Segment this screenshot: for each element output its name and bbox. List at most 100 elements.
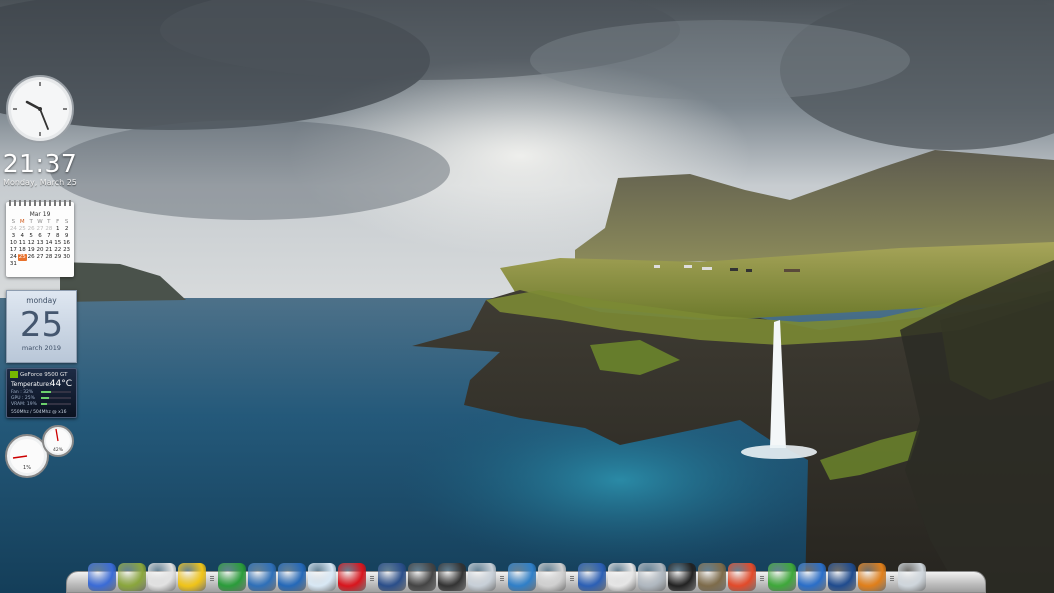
nvidia-logo-icon: [10, 371, 18, 378]
ram-gauge-value: 42%: [53, 447, 64, 453]
cpu-ram-gauges-gadget[interactable]: 1% 42%: [5, 424, 75, 478]
calendar-day[interactable]: 28: [44, 254, 53, 261]
calendar-day[interactable]: 16: [62, 240, 71, 247]
calendar-day[interactable]: 20: [36, 247, 45, 254]
calendar-day[interactable]: 13: [36, 240, 45, 247]
dock-separator: [890, 576, 894, 582]
dock-leaf-icon[interactable]: [768, 563, 796, 591]
dock-separator: [570, 576, 574, 582]
calendar-day[interactable]: 2: [62, 226, 71, 233]
calendar-month-title: Mar 19: [29, 211, 51, 218]
calendar-day[interactable]: 31: [9, 261, 18, 268]
calendar-day-prev-month: 27: [36, 226, 44, 232]
gpu-load-label: GPU : 25%: [11, 396, 35, 401]
calendar-day[interactable]: 12: [27, 240, 36, 247]
dock-gimp2-icon[interactable]: [698, 563, 726, 591]
dock-separator: [370, 576, 374, 582]
calendar-day[interactable]: 14: [44, 240, 53, 247]
date-tile-day: 25: [19, 305, 64, 345]
calendar-day[interactable]: 26: [27, 254, 36, 261]
calendar-weekday-header: S: [11, 219, 16, 225]
dock-r-icon[interactable]: [178, 563, 206, 591]
calendar-day[interactable]: 7: [44, 233, 53, 240]
gpu-vram-label: VRAM: 19%: [11, 402, 37, 407]
calendar-day[interactable]: 4: [18, 233, 27, 240]
analog-clock-icon[interactable]: [5, 74, 75, 144]
gpu-temperature-value: 44°C: [49, 379, 72, 389]
calendar-day[interactable]: 29: [53, 254, 62, 261]
calendar-day[interactable]: 3: [9, 233, 18, 240]
digital-clock-time: 21:37: [2, 149, 78, 178]
calendar-weekday-header: F: [56, 219, 60, 225]
date-tile-gadget[interactable]: monday 25 march 2019: [6, 290, 77, 363]
dock-opera-icon[interactable]: [338, 563, 366, 591]
gpu-temperature-label: Temperature:: [11, 381, 52, 388]
calendar-rings: [9, 200, 71, 206]
dock-separator: [760, 576, 764, 582]
calendar-weekday-header: T: [29, 219, 33, 225]
cpu-gauge-value: 1%: [23, 465, 31, 471]
dock-vivaldi-icon[interactable]: [278, 563, 306, 591]
dock-safari-icon[interactable]: [308, 563, 336, 591]
calendar-weekday-header: M: [19, 219, 25, 225]
date-tile-weekday: monday: [26, 296, 57, 305]
dock-firefox-icon[interactable]: [248, 563, 276, 591]
calendar-day[interactable]: 18: [18, 247, 27, 254]
calendar-day[interactable]: 8: [53, 233, 62, 240]
gpu-name: GeForce 9500 GT: [20, 372, 68, 378]
calendar-day-today[interactable]: 25: [17, 254, 27, 261]
calendar-day[interactable]: 23: [62, 247, 71, 254]
dock-clapper-icon[interactable]: [438, 563, 466, 591]
dock-earth-icon[interactable]: [508, 563, 536, 591]
calendar-day[interactable]: 10: [9, 240, 18, 247]
calendar-day-prev-month: 25: [18, 226, 26, 232]
dock-word-icon[interactable]: [578, 563, 606, 591]
calendar-day[interactable]: 27: [36, 254, 45, 261]
dock-finder-icon[interactable]: [88, 563, 116, 591]
gpu-vram-bar: [41, 403, 71, 405]
calendar-gadget[interactable]: Mar 19 S M T W T F S 24 25 26 27 28 1 2 3 4 5 6 7 8 9 10 11 12 1…: [6, 200, 74, 277]
calendar-day[interactable]: 19: [27, 247, 36, 254]
calendar-day[interactable]: 6: [36, 233, 45, 240]
dock-gimp-icon[interactable]: [118, 563, 146, 591]
cpu-gauge: 1%: [5, 434, 49, 478]
calendar-day[interactable]: 30: [62, 254, 71, 261]
dock-stamp-icon[interactable]: [148, 563, 176, 591]
dock-satellite-icon[interactable]: [538, 563, 566, 591]
gpu-load-bar: [41, 397, 71, 399]
dock-inkscape-icon[interactable]: [668, 563, 696, 591]
dock-camera-icon[interactable]: [408, 563, 436, 591]
dock-photoshop-icon[interactable]: [828, 563, 856, 591]
calendar-day[interactable]: 24: [9, 254, 18, 261]
dock-home-icon[interactable]: [638, 563, 666, 591]
calendar-day[interactable]: 5: [27, 233, 36, 240]
calendar-grid: S M T W T F S 24 25 26 27 28 1 2 3 4 5 6 7 8 9 10 11 12 13 14 15 16…: [9, 219, 71, 268]
calendar-day[interactable]: 9: [62, 233, 71, 240]
ram-gauge: 42%: [42, 425, 74, 457]
dock-illustrator-icon[interactable]: [858, 563, 886, 591]
calendar-weekday-header: S: [64, 219, 69, 225]
application-dock: [66, 563, 986, 593]
gpu-monitor-gadget[interactable]: GeForce 9500 GT Temperature: 44°C Fan : …: [6, 368, 77, 418]
calendar-day[interactable]: 21: [44, 247, 53, 254]
dock-network-icon[interactable]: [798, 563, 826, 591]
dock-browser-icon[interactable]: [218, 563, 246, 591]
digital-clock-date: Monday, March 25: [3, 178, 77, 187]
dock-appstore-icon[interactable]: [468, 563, 496, 591]
desktop-wallpaper: [0, 0, 1054, 593]
gpu-clock-label: 550Mhz / 504Mhz @ x16: [11, 410, 67, 415]
dock-save-icon[interactable]: [378, 563, 406, 591]
calendar-weekday-header: T: [47, 219, 51, 225]
dock-separator: [210, 576, 214, 582]
calendar-day[interactable]: 17: [9, 247, 18, 254]
dock-trash-icon[interactable]: [898, 563, 926, 591]
calendar-day-prev-month: 28: [45, 226, 53, 232]
calendar-day-prev-month: 26: [27, 226, 35, 232]
calendar-day-prev-month: 24: [9, 226, 17, 232]
dock-games-icon[interactable]: [728, 563, 756, 591]
calendar-day[interactable]: 15: [53, 240, 62, 247]
calendar-day[interactable]: 22: [53, 247, 62, 254]
calendar-day[interactable]: 11: [18, 240, 27, 247]
dock-muse-icon[interactable]: [608, 563, 636, 591]
calendar-day[interactable]: 1: [53, 226, 62, 233]
